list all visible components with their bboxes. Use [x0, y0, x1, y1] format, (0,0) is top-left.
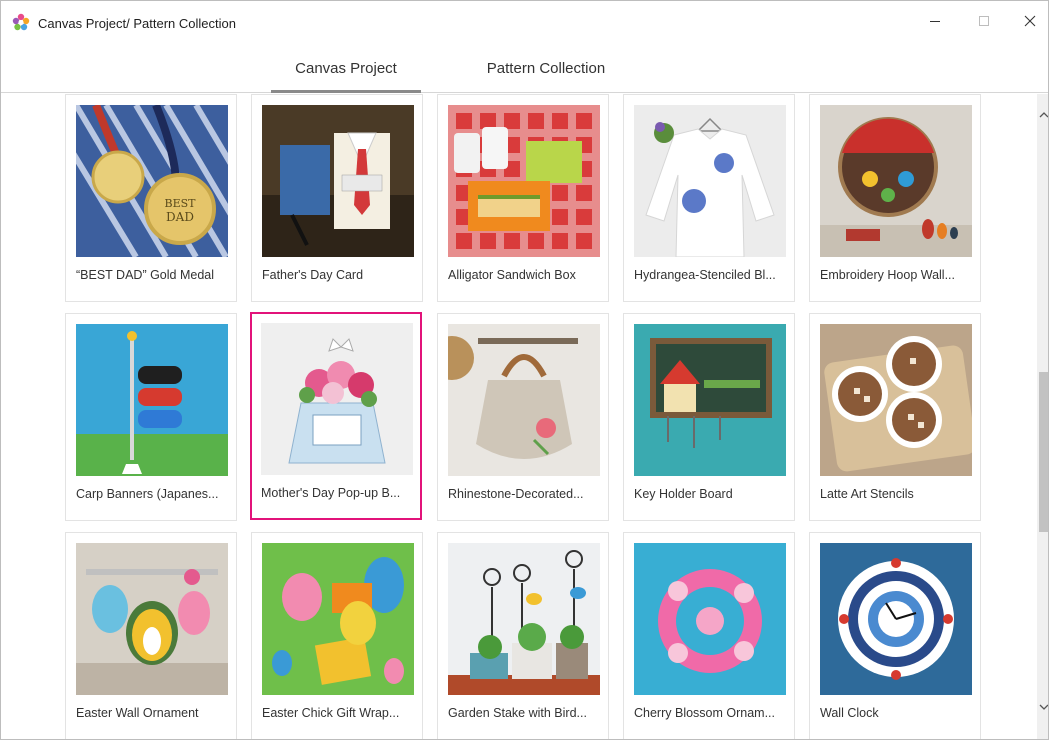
project-card-wall-clock[interactable]: Wall Clock: [809, 532, 981, 739]
project-title: Wall Clock: [820, 706, 879, 720]
project-title: Embroidery Hoop Wall...: [820, 268, 955, 282]
project-card-carp-banners[interactable]: Carp Banners (Japanes...: [65, 313, 237, 521]
project-card-alligator-sandwich-box[interactable]: Alligator Sandwich Box: [437, 94, 609, 302]
project-thumbnail: [820, 324, 972, 476]
project-title: Rhinestone-Decorated...: [448, 487, 584, 501]
tab-bar: Canvas Project Pattern Collection: [1, 43, 1048, 93]
project-thumbnail: [634, 324, 786, 476]
project-thumbnail: [262, 105, 414, 257]
project-card-best-dad-gold-medal[interactable]: BEST DAD “BEST DAD” Gold Medal: [65, 94, 237, 302]
project-title: Mother's Day Pop-up B...: [261, 486, 401, 500]
project-thumbnail: [448, 543, 600, 695]
project-thumbnail: [262, 543, 414, 695]
project-thumbnail: [448, 324, 600, 476]
project-title: Father's Day Card: [262, 268, 364, 282]
project-title: Garden Stake with Bird...: [448, 706, 587, 720]
close-icon: [1024, 15, 1036, 27]
project-title: Alligator Sandwich Box: [448, 268, 576, 282]
project-card-easter-chick-gift-wrap[interactable]: Easter Chick Gift Wrap...: [251, 532, 423, 739]
chevron-down-icon: [1039, 704, 1048, 710]
tab-pattern-collection[interactable]: Pattern Collection: [467, 43, 625, 93]
maximize-icon: [979, 16, 989, 26]
project-thumbnail: [76, 324, 228, 476]
project-card-fathers-day-card[interactable]: Father's Day Card: [251, 94, 423, 302]
project-title: Cherry Blossom Ornam...: [634, 706, 776, 720]
tab-canvas-project[interactable]: Canvas Project: [271, 43, 421, 93]
minimize-button[interactable]: [912, 1, 958, 41]
close-button[interactable]: [1007, 1, 1048, 41]
project-card-rhinestone-decorated-bag[interactable]: Rhinestone-Decorated...: [437, 313, 609, 521]
project-card-hydrangea-stenciled-blouse[interactable]: Hydrangea-Stenciled Bl...: [623, 94, 795, 302]
project-card-key-holder-board[interactable]: Key Holder Board: [623, 313, 795, 521]
project-thumbnail: [448, 105, 600, 257]
project-thumbnail: [820, 105, 972, 257]
project-thumbnail: [634, 105, 786, 257]
project-title: Latte Art Stencils: [820, 487, 914, 501]
project-thumbnail: BEST DAD: [76, 105, 228, 257]
project-title: Easter Chick Gift Wrap...: [262, 706, 400, 720]
vertical-scrollbar[interactable]: [1037, 94, 1048, 739]
app-flower-icon: [12, 13, 30, 31]
project-title: Key Holder Board: [634, 487, 733, 501]
project-thumbnail: [261, 323, 413, 475]
project-card-latte-art-stencils[interactable]: Latte Art Stencils: [809, 313, 981, 521]
project-title: “BEST DAD” Gold Medal: [76, 268, 215, 282]
project-title: Carp Banners (Japanes...: [76, 487, 219, 501]
svg-text:DAD: DAD: [166, 210, 194, 224]
app-window: Canvas Project/ Pattern Collection Canva…: [0, 0, 1049, 740]
scroll-up-button[interactable]: [1037, 108, 1048, 122]
scrollbar-thumb[interactable]: [1039, 372, 1048, 532]
project-card-embroidery-hoop-wall[interactable]: Embroidery Hoop Wall...: [809, 94, 981, 302]
project-card-mothers-day-popup-box[interactable]: Mother's Day Pop-up B...: [250, 312, 422, 520]
project-title: Hydrangea-Stenciled Bl...: [634, 268, 776, 282]
project-card-easter-wall-ornament[interactable]: Easter Wall Ornament: [65, 532, 237, 739]
maximize-button[interactable]: [961, 1, 1007, 41]
scroll-down-button[interactable]: [1037, 700, 1048, 714]
project-thumbnail: [634, 543, 786, 695]
project-thumbnail: [820, 543, 972, 695]
svg-text:BEST: BEST: [165, 197, 197, 210]
project-title: Easter Wall Ornament: [76, 706, 199, 720]
window-title: Canvas Project/ Pattern Collection: [38, 16, 236, 31]
project-card-garden-stake-with-bird[interactable]: Garden Stake with Bird...: [437, 532, 609, 739]
active-tab-indicator: [271, 90, 421, 93]
project-grid: BEST DAD “BEST DAD” Gold Medal Father's …: [1, 94, 1037, 739]
project-thumbnail: [76, 543, 228, 695]
chevron-up-icon: [1039, 112, 1048, 118]
minimize-icon: [930, 21, 940, 22]
project-card-cherry-blossom-ornament[interactable]: Cherry Blossom Ornam...: [623, 532, 795, 739]
title-bar[interactable]: Canvas Project/ Pattern Collection: [1, 1, 1048, 43]
